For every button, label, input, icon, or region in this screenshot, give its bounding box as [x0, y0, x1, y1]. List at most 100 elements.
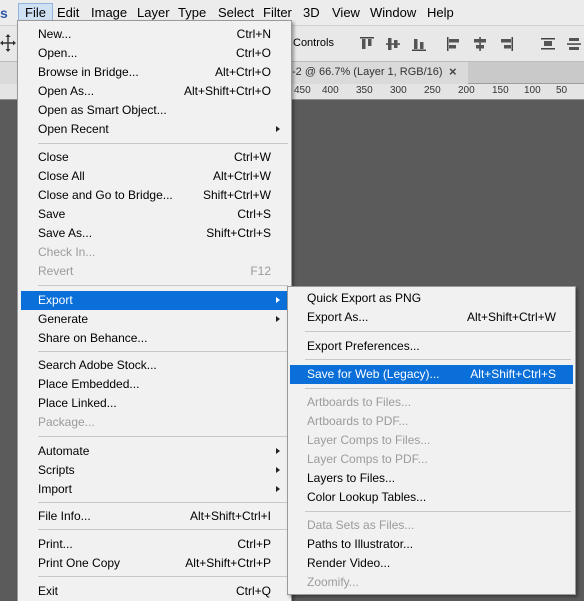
menu-item-render-video[interactable]: Render Video... [290, 554, 573, 573]
menu-item-label: Check In... [38, 245, 96, 259]
menu-item-label: Quick Export as PNG [307, 291, 422, 305]
menu-separator [305, 511, 571, 512]
menu-item-label: Close [38, 150, 69, 164]
menu-item-open[interactable]: Open... Ctrl+O [21, 44, 288, 63]
menu-item-shortcut: Ctrl+O [235, 46, 271, 60]
menu-item-label: Open As... [38, 84, 95, 98]
menu-item-artboards-to-pdf: Artboards to PDF... [290, 412, 573, 431]
close-tab-icon[interactable]: × [449, 64, 457, 79]
menu-item-color-lookup-tables[interactable]: Color Lookup Tables... [290, 488, 573, 507]
menu-item-label: Save for Web (Legacy)... [307, 367, 440, 381]
menu-item-save-as[interactable]: Save As... Shift+Ctrl+S [21, 224, 288, 243]
menu-item-open-as-smart-object[interactable]: Open as Smart Object... [21, 101, 288, 120]
align-horizontal-center-icon[interactable] [472, 36, 488, 52]
align-bottom-icon[interactable] [411, 36, 427, 52]
align-left-icon[interactable] [446, 36, 462, 52]
submenu-arrow-icon [276, 126, 280, 132]
menu-item-print[interactable]: Print... Ctrl+P [21, 535, 288, 554]
document-tab-title: -2 @ 66.7% (Layer 1, RGB/16) [292, 66, 443, 78]
menu-separator [38, 351, 288, 352]
menu-item-share-on-behance[interactable]: Share on Behance... [21, 329, 288, 348]
menu-item-layer-comps-to-files: Layer Comps to Files... [290, 431, 573, 450]
ruler-label: 300 [390, 85, 407, 96]
menu-item-label: Open as Smart Object... [38, 103, 167, 117]
submenu-arrow-icon [276, 448, 280, 454]
menu-item-shortcut: Ctrl+N [236, 27, 271, 41]
menu-item-open-as[interactable]: Open As... Alt+Shift+Ctrl+O [21, 82, 288, 101]
menu-item-package: Package... [21, 413, 288, 432]
menu-item-revert: Revert F12 [21, 262, 288, 281]
menu-item-paths-to-illustrator[interactable]: Paths to Illustrator... [290, 535, 573, 554]
distribute-vertical-center-icon[interactable] [566, 36, 582, 52]
menu-item-shortcut: Alt+Shift+Ctrl+O [183, 84, 271, 98]
menu-item-exit[interactable]: Exit Ctrl+Q [21, 582, 288, 601]
menu-help[interactable]: Help [421, 3, 460, 23]
transform-controls-label[interactable]: Controls [293, 37, 334, 49]
menu-item-label: Layers to Files... [307, 471, 396, 485]
menu-item-label: Browse in Bridge... [38, 65, 139, 79]
menu-separator [38, 529, 288, 530]
menu-item-shortcut: Ctrl+S [237, 207, 271, 221]
menu-item-import[interactable]: Import [21, 480, 288, 499]
menu-view[interactable]: View [326, 3, 366, 23]
export-submenu: Quick Export as PNG Export As... Alt+Shif… [287, 286, 576, 595]
menu-window[interactable]: Window [364, 3, 422, 23]
menu-item-scripts[interactable]: Scripts [21, 461, 288, 480]
ruler-label: 450 [294, 85, 311, 96]
menu-item-close-all[interactable]: Close All Alt+Ctrl+W [21, 167, 288, 186]
menu-item-export-as[interactable]: Export As... Alt+Shift+Ctrl+W [290, 308, 573, 327]
menu-item-export[interactable]: Export [21, 291, 288, 310]
ruler-label: 100 [524, 85, 541, 96]
menu-item-shortcut: Shift+Ctrl+W [202, 188, 271, 202]
menu-separator [305, 388, 571, 389]
menu-item-close[interactable]: Close Ctrl+W [21, 148, 288, 167]
menu-item-export-preferences[interactable]: Export Preferences... [290, 337, 573, 356]
ruler-label: 150 [492, 85, 509, 96]
menu-separator [305, 359, 571, 360]
move-tool-icon[interactable] [0, 34, 16, 52]
menu-separator [38, 436, 288, 437]
file-menu: New... Ctrl+N Open... Ctrl+O Browse in Bri… [17, 20, 292, 601]
menu-item-label: File Info... [38, 509, 91, 523]
menu-item-print-one-copy[interactable]: Print One Copy Alt+Shift+Ctrl+P [21, 554, 288, 573]
menu-item-generate[interactable]: Generate [21, 310, 288, 329]
menu-item-label: Paths to Illustrator... [307, 537, 414, 551]
menu-item-label: Export Preferences... [307, 339, 420, 353]
menu-separator [305, 331, 571, 332]
menu-item-label: Render Video... [307, 556, 391, 570]
menu-item-automate[interactable]: Automate [21, 442, 288, 461]
menu-item-shortcut: Alt+Shift+Ctrl+I [189, 509, 271, 523]
menu-item-label: Export [38, 293, 73, 307]
menu-item-file-info[interactable]: File Info... Alt+Shift+Ctrl+I [21, 507, 288, 526]
menu-item-shortcut: Ctrl+P [237, 537, 271, 551]
menu-item-label: Save [38, 207, 66, 221]
align-top-icon[interactable] [359, 36, 375, 52]
ruler-label: 50 [556, 85, 568, 96]
menu-item-quick-export-as-png[interactable]: Quick Export as PNG [290, 289, 573, 308]
menu-item-label: Open Recent [38, 122, 109, 136]
submenu-arrow-icon [276, 486, 280, 492]
menu-item-artboards-to-files: Artboards to Files... [290, 393, 573, 412]
menu-item-place-embedded[interactable]: Place Embedded... [21, 375, 288, 394]
menu-item-layers-to-files[interactable]: Layers to Files... [290, 469, 573, 488]
menu-item-label: Close All [38, 169, 85, 183]
menu-item-label: Color Lookup Tables... [307, 490, 427, 504]
menu-item-place-linked[interactable]: Place Linked... [21, 394, 288, 413]
menu-item-browse-in-bridge[interactable]: Browse in Bridge... Alt+Ctrl+O [21, 63, 288, 82]
align-right-icon[interactable] [498, 36, 514, 52]
distribute-top-icon[interactable] [540, 36, 556, 52]
menu-item-label: Revert [38, 264, 74, 278]
menu-item-close-and-go-to-bridge[interactable]: Close and Go to Bridge... Shift+Ctrl+W [21, 186, 288, 205]
menu-item-label: Data Sets as Files... [307, 518, 415, 532]
menu-item-new[interactable]: New... Ctrl+N [21, 25, 288, 44]
align-vertical-center-icon[interactable] [385, 36, 401, 52]
menu-item-label: Import [38, 482, 73, 496]
menu-item-save-for-web-legacy[interactable]: Save for Web (Legacy)... Alt+Shift+Ctrl+S [290, 365, 573, 384]
ruler-label: 400 [322, 85, 339, 96]
menu-item-label: Layer Comps to Files... [307, 433, 431, 447]
menu-3d[interactable]: 3D [297, 3, 326, 23]
menu-item-open-recent[interactable]: Open Recent [21, 120, 288, 139]
menu-item-search-adobe-stock[interactable]: Search Adobe Stock... [21, 356, 288, 375]
menu-item-label: Print One Copy [38, 556, 121, 570]
menu-item-save[interactable]: Save Ctrl+S [21, 205, 288, 224]
